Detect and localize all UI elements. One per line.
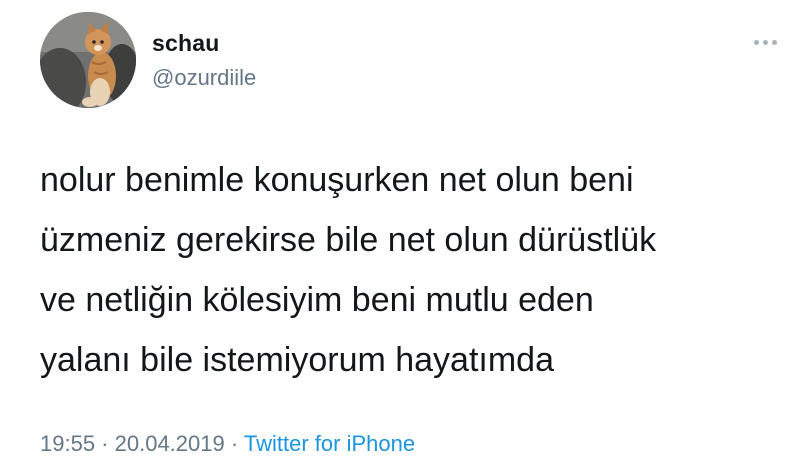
- author-handle[interactable]: @ozurdiile: [152, 65, 256, 91]
- tweet-card: schau @ozurdiile nolur benimle konuşurke…: [0, 0, 805, 465]
- author-display-name[interactable]: schau: [152, 30, 219, 57]
- tweet-text-line: üzmeniz gerekirse bile net olun dürüstlü…: [40, 221, 657, 259]
- tweet-time[interactable]: 19:55: [40, 431, 95, 456]
- tweet-date[interactable]: 20.04.2019: [115, 431, 225, 456]
- more-options-button[interactable]: [748, 32, 788, 52]
- meta-separator: ·: [224, 431, 244, 456]
- tweet-text: nolur benimle konuşurken net olun beni ü…: [40, 150, 780, 390]
- avatar-cat-photo: [40, 12, 136, 108]
- tweet-text-line: ve netliğin kölesiyim beni mutlu eden: [40, 281, 594, 319]
- meta-separator: ·: [95, 431, 115, 456]
- tweet-source-link[interactable]: Twitter for iPhone: [244, 431, 415, 456]
- tweet-meta: 19:55 · 20.04.2019 · Twitter for iPhone: [40, 431, 415, 457]
- tweet-text-line: nolur benimle konuşurken net olun beni: [40, 161, 634, 199]
- avatar[interactable]: [40, 12, 136, 108]
- tweet-text-line: yalanı bile istemiyorum hayatımda: [40, 341, 555, 379]
